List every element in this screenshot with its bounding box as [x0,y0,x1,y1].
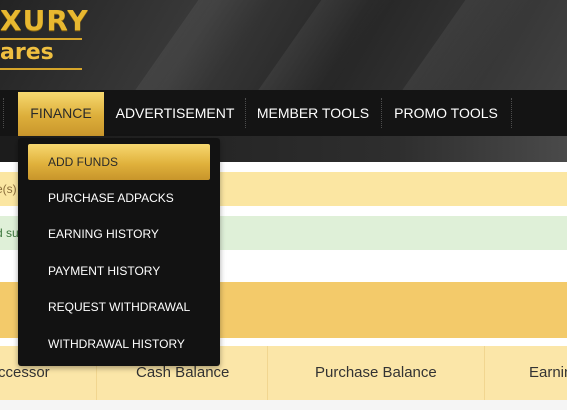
menu-item-payment-history[interactable]: PAYMENT HISTORY [48,261,160,281]
table-row [0,400,567,410]
column-divider [484,346,485,400]
header-decoration [383,0,537,90]
warning-alert-text: e(s) [0,182,17,196]
success-alert-text: d su [0,226,19,240]
main-nav: FINANCE ADVERTISEMENT MEMBER TOOLS PROMO… [0,90,567,136]
finance-dropdown-menu: ADD FUNDS PURCHASE ADPACKS EARNING HISTO… [18,138,220,366]
logo-subtitle[interactable]: ares [0,40,54,65]
menu-item-earning-history[interactable]: EARNING HISTORY [48,224,159,244]
header-decoration [123,0,277,90]
header-decoration [253,0,407,90]
site-header: XURY ares [0,0,567,90]
nav-promo-tools[interactable]: PROMO TOOLS [382,90,510,136]
nav-advertisement[interactable]: ADVERTISEMENT [106,90,244,136]
nav-separator [511,98,513,128]
logo-title[interactable]: XURY [0,4,89,37]
nav-separator [3,98,5,128]
column-header-purchase-balance: Purchase Balance [315,364,437,381]
nav-member-tools[interactable]: MEMBER TOOLS [246,90,380,136]
column-header-earning-balance: Earnin [529,364,567,381]
menu-item-purchase-adpacks[interactable]: PURCHASE ADPACKS [48,188,174,208]
menu-item-request-withdrawal[interactable]: REQUEST WITHDRAWAL [48,297,190,317]
logo-divider [0,68,82,70]
menu-item-add-funds[interactable]: ADD FUNDS [48,152,118,172]
column-divider [267,346,268,400]
menu-item-withdrawal-history[interactable]: WITHDRAWAL HISTORY [48,334,185,354]
nav-finance[interactable]: FINANCE [18,92,104,136]
